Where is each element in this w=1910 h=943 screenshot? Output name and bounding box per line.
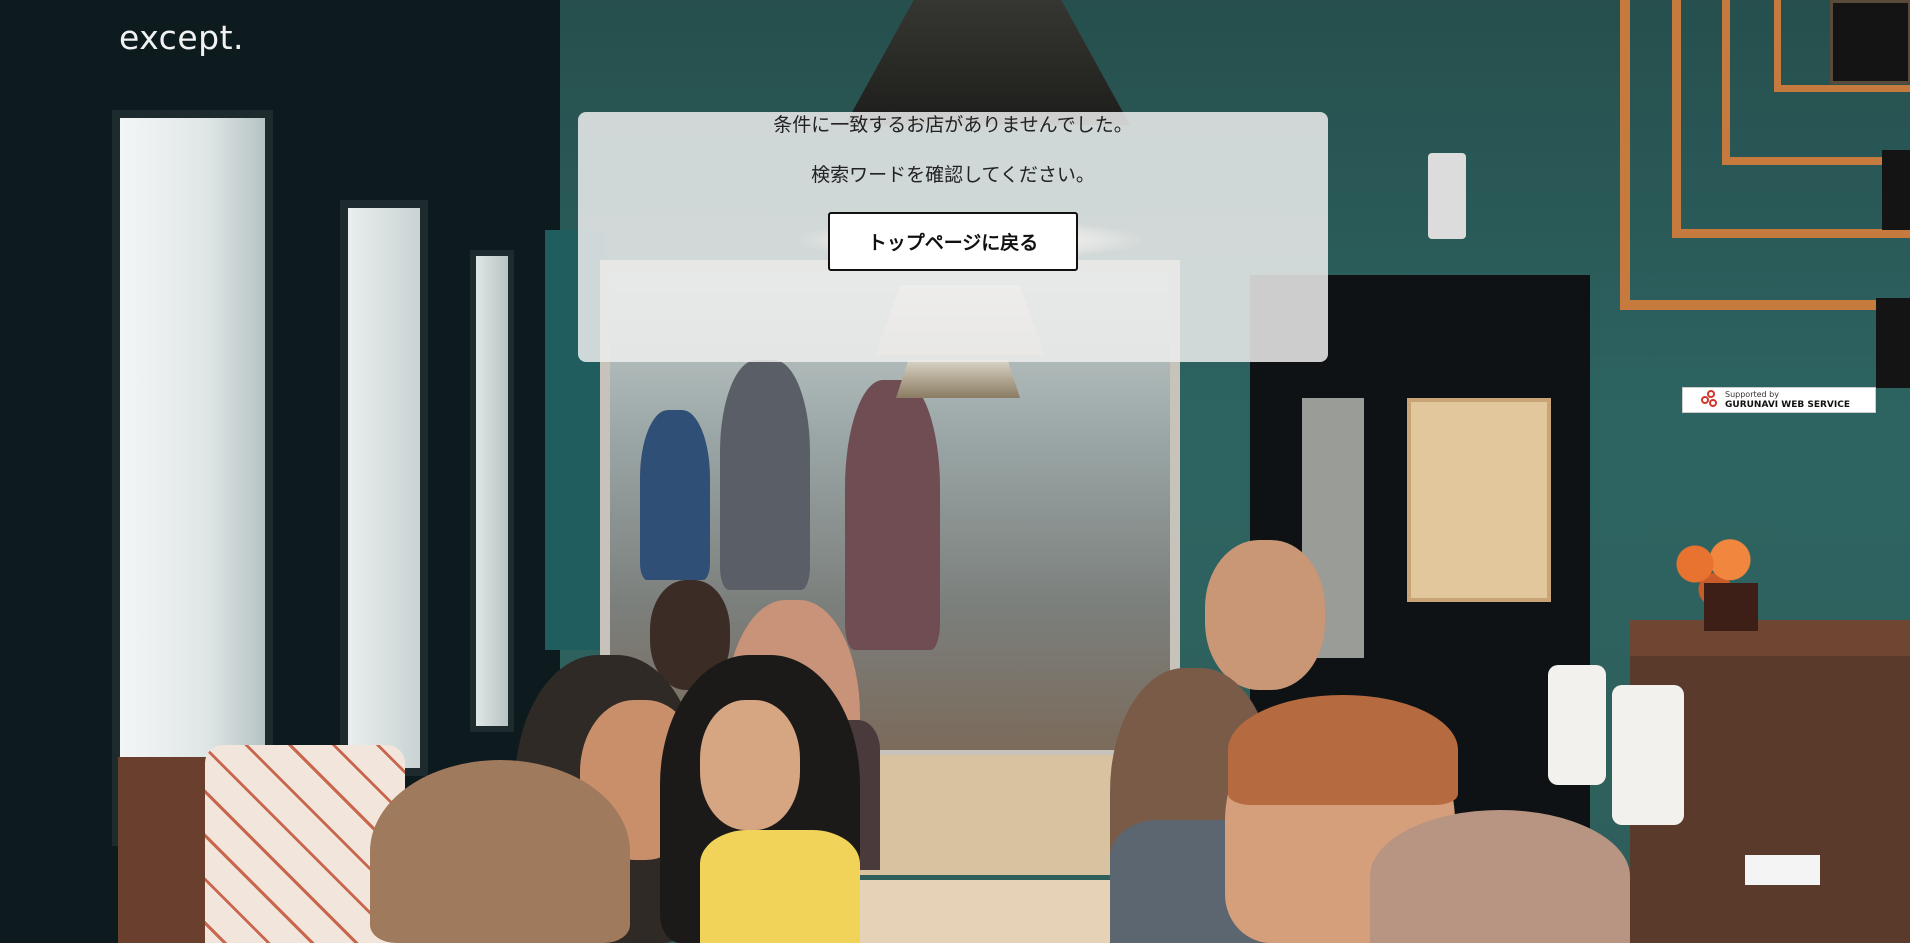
background-person xyxy=(1205,540,1325,690)
background-speaker xyxy=(1745,855,1820,885)
background-person xyxy=(1228,695,1458,805)
background-pendant-lamp xyxy=(896,360,1020,398)
background-chalkboard xyxy=(1876,298,1910,388)
background-chalkboard xyxy=(1830,0,1910,84)
gurunavi-service-label: GURUNAVI WEB SERVICE xyxy=(1725,400,1850,410)
background-chair xyxy=(1612,685,1684,825)
background-bar-top xyxy=(1630,620,1910,656)
background-person xyxy=(720,360,810,590)
page: except. 条件に一致するお店がありませんでした。 検索ワードを確認してくだ… xyxy=(0,0,1910,943)
supported-by-label: Supported by xyxy=(1725,390,1779,399)
background-window xyxy=(112,110,273,846)
background-person xyxy=(1370,810,1630,943)
background-person xyxy=(640,410,710,580)
background-table xyxy=(820,880,1140,943)
background-window xyxy=(470,250,514,732)
background-table xyxy=(843,755,1127,875)
check-keyword-message: 検索ワードを確認してください。 xyxy=(811,164,1095,186)
background-chalkboard xyxy=(1882,150,1910,230)
background-person xyxy=(700,830,860,943)
background-bench-frame xyxy=(118,757,218,943)
gurunavi-logo-icon xyxy=(1701,390,1721,410)
background-person xyxy=(845,380,940,650)
gurunavi-credit-link[interactable]: Supported by GURUNAVI WEB SERVICE xyxy=(1682,387,1876,413)
no-results-dialog: 条件に一致するお店がありませんでした。 検索ワードを確認してください。 トップペ… xyxy=(578,112,1328,362)
background-chair xyxy=(1548,665,1606,785)
background-window xyxy=(340,200,428,776)
gurunavi-credit-text: Supported by GURUNAVI WEB SERVICE xyxy=(1725,390,1850,410)
background-person xyxy=(370,760,630,943)
back-to-top-button[interactable]: トップページに戻る xyxy=(828,212,1078,271)
background-vase xyxy=(1704,583,1758,631)
site-logo[interactable]: except. xyxy=(119,18,244,57)
no-results-message: 条件に一致するお店がありませんでした。 xyxy=(773,114,1133,136)
background-poster xyxy=(1407,398,1551,602)
background-person xyxy=(700,700,800,830)
background-wall-sconce xyxy=(1428,153,1466,239)
